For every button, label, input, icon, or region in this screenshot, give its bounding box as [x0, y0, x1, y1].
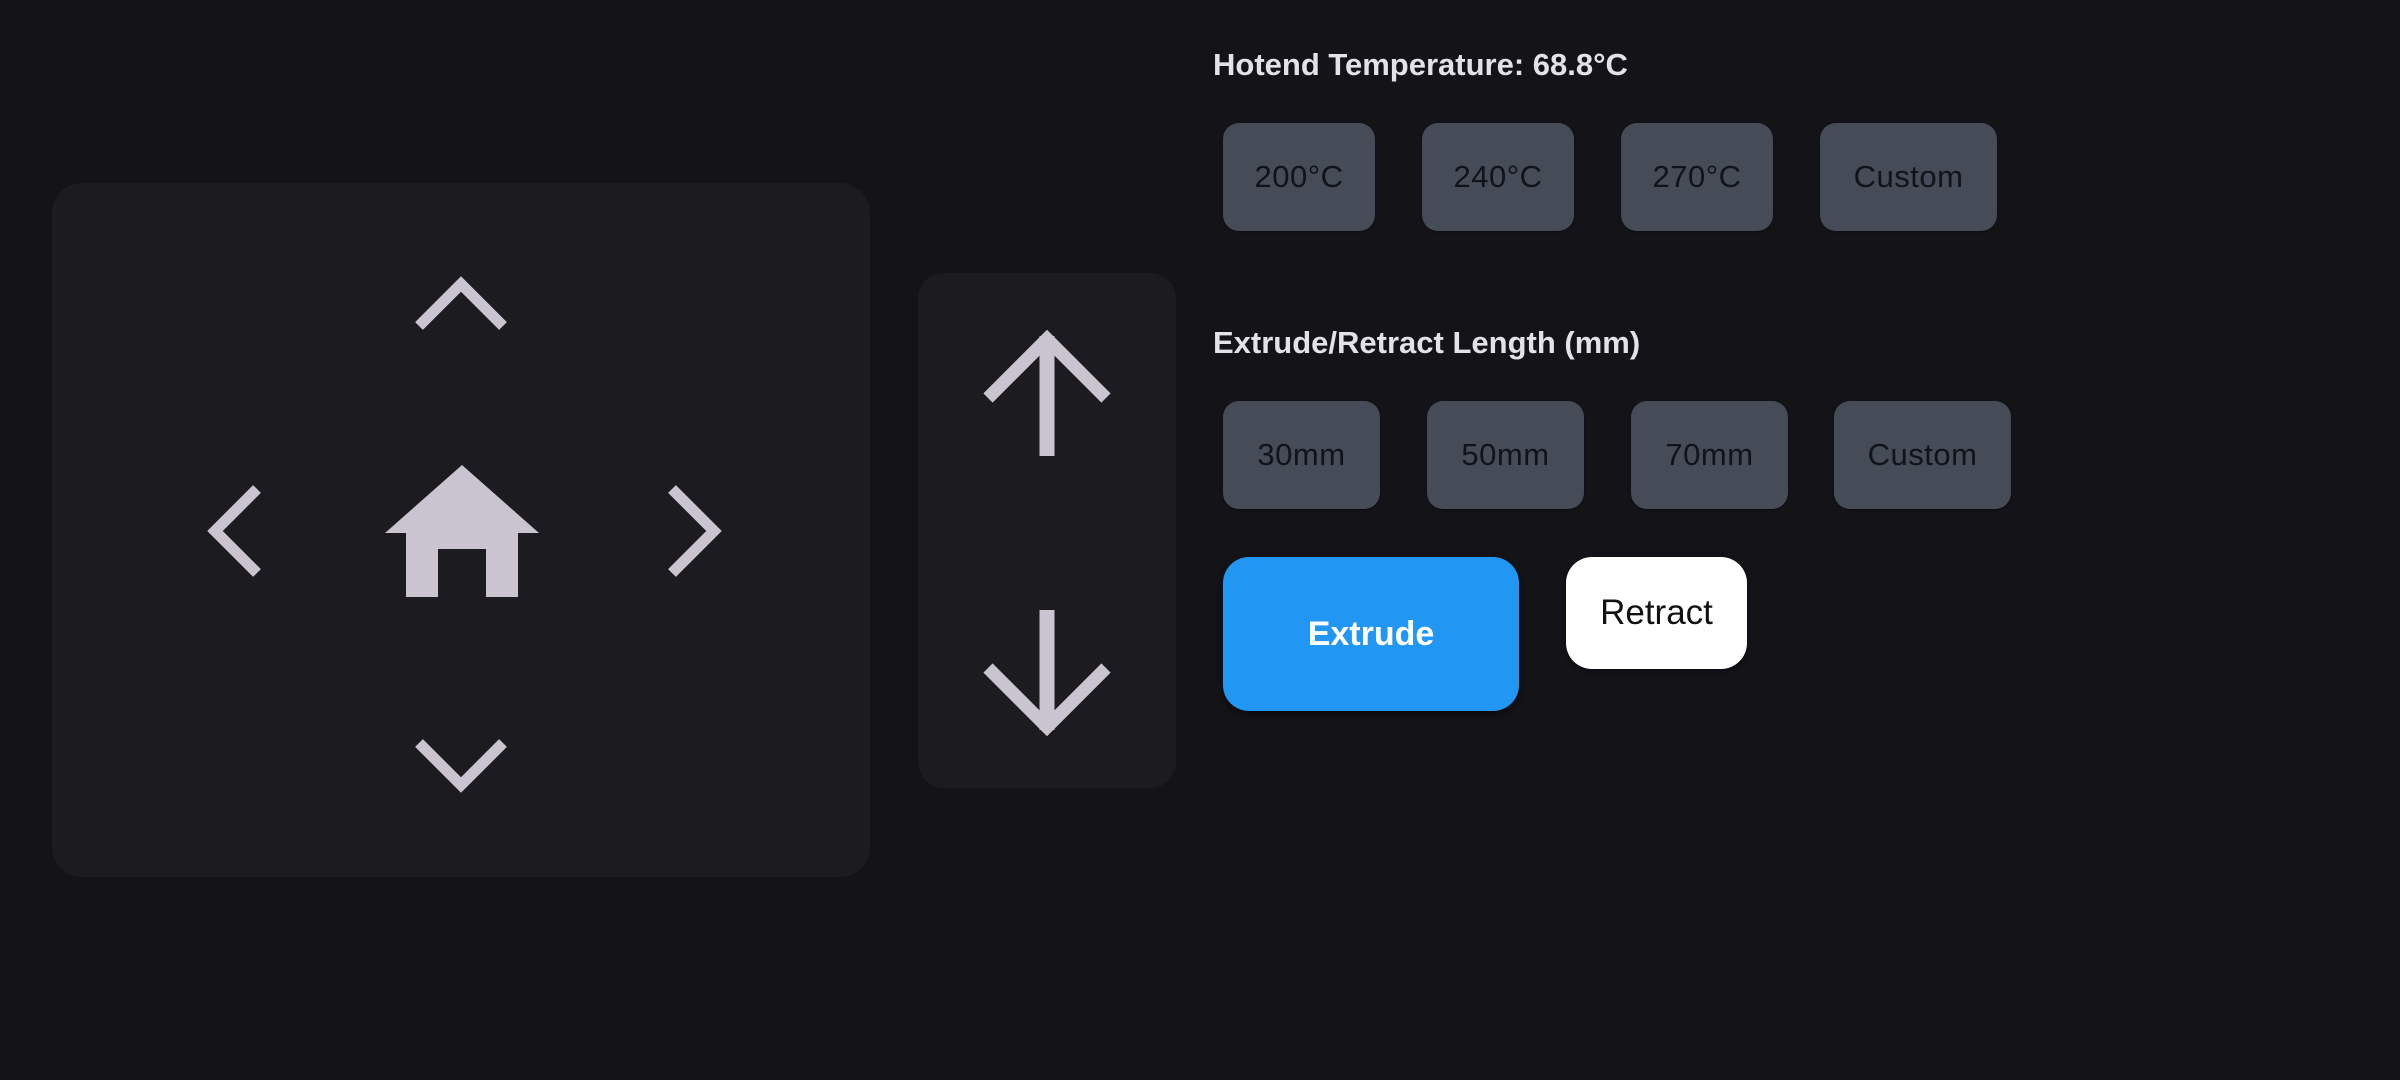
extrude-button[interactable]: Extrude [1223, 557, 1519, 711]
temp-preset-240[interactable]: 240°C [1422, 123, 1574, 231]
length-preset-70[interactable]: 70mm [1631, 401, 1788, 509]
temperature-label: Hotend Temperature: [1213, 47, 1533, 82]
length-preset-custom[interactable]: Custom [1834, 401, 2011, 509]
move-y-plus-button[interactable] [411, 261, 511, 341]
temp-preset-270[interactable]: 270°C [1621, 123, 1773, 231]
move-z-down-button[interactable] [972, 603, 1122, 743]
move-x-minus-button[interactable] [192, 481, 272, 581]
move-x-plus-button[interactable] [657, 481, 737, 581]
move-z-up-button[interactable] [972, 323, 1122, 463]
chevron-up-icon [415, 276, 507, 330]
temperature-value: 68.8°C [1532, 47, 1628, 82]
arrow-up-icon [983, 329, 1111, 456]
extrude-length-title: Extrude/Retract Length (mm) [1213, 325, 1641, 360]
home-icon [385, 464, 539, 597]
xy-jog-pad [52, 183, 870, 877]
chevron-down-icon [415, 739, 507, 793]
move-y-minus-button[interactable] [411, 728, 511, 808]
length-preset-30[interactable]: 30mm [1223, 401, 1380, 509]
hotend-temperature-title: Hotend Temperature: 68.8°C [1213, 47, 1628, 83]
chevron-left-icon [207, 485, 261, 577]
printer-control-screen: Hotend Temperature: 68.8°C 200°C 240°C 2… [0, 0, 2400, 1080]
chevron-right-icon [668, 485, 722, 577]
length-preset-50[interactable]: 50mm [1427, 401, 1584, 509]
z-jog-pad [918, 273, 1176, 788]
retract-button[interactable]: Retract [1566, 557, 1747, 669]
home-button[interactable] [377, 458, 547, 603]
temp-preset-custom[interactable]: Custom [1820, 123, 1997, 231]
arrow-down-icon [983, 610, 1111, 737]
temp-preset-200[interactable]: 200°C [1223, 123, 1375, 231]
